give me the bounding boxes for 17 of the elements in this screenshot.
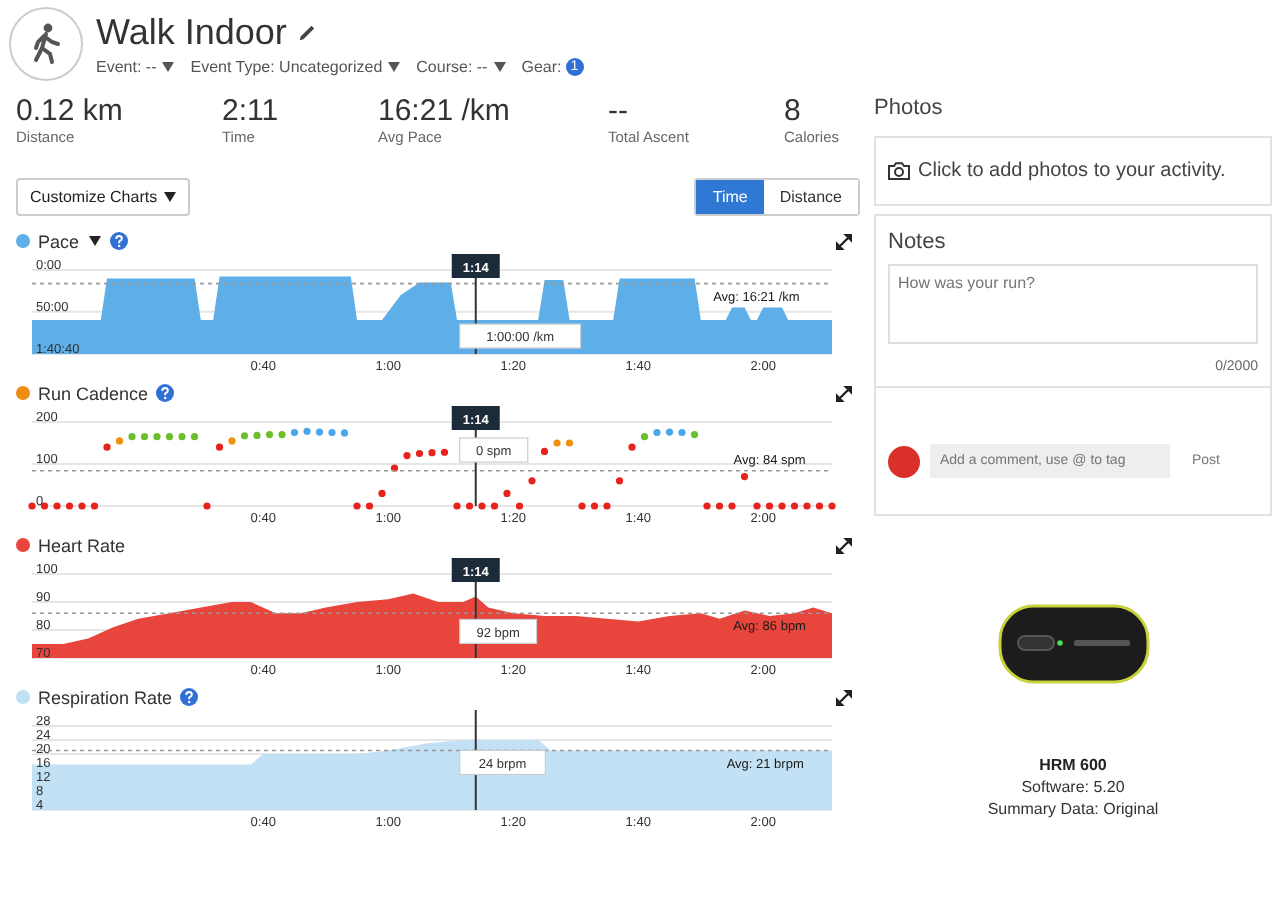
stat-value: 16:21 /km: [378, 94, 512, 128]
device-name: HRM 600: [1039, 756, 1107, 774]
stat-value: 2:11: [222, 94, 281, 128]
stat-value: 0.12 km: [16, 94, 125, 128]
activity-title: Walk Indoor: [96, 12, 287, 54]
photos-heading: Photos: [874, 96, 945, 120]
chart-title: Respiration Rate: [38, 687, 173, 707]
stat-value: --: [608, 94, 630, 128]
notes-heading: Notes: [888, 230, 948, 254]
device-summary: Summary Data: Original: [987, 800, 1159, 818]
chart-title: Run Cadence: [38, 383, 149, 403]
chart-title: Heart Rate: [38, 535, 126, 555]
gear-label: Gear:: [521, 58, 562, 76]
chart-title: Pace: [38, 231, 80, 251]
stat-value: 8: [784, 94, 803, 128]
add-photos-text: Click to add photos to your activity.: [918, 160, 1226, 182]
device-software: Software: 5.20: [1021, 778, 1125, 796]
